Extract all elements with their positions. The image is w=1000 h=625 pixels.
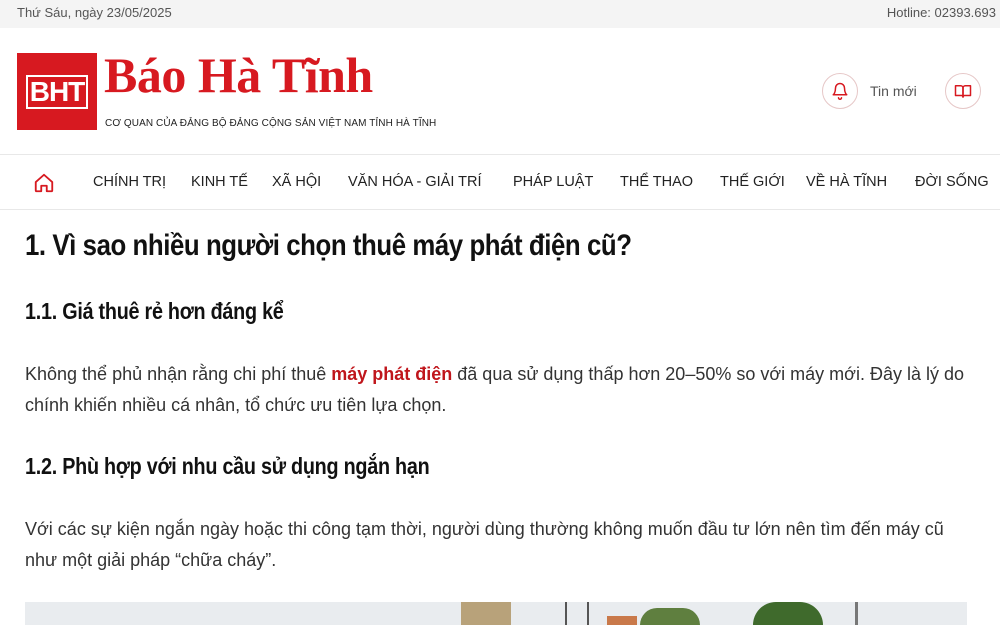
nav-item-kinh-te[interactable]: KINH TẾ: [191, 174, 248, 190]
current-date: Thứ Sáu, ngày 23/05/2025: [17, 5, 172, 20]
nav-item-the-thao[interactable]: THỂ THAO: [620, 174, 693, 190]
section-heading-1-2: 1.2. Phù hợp với nhu cầu sử dụng ngắn hạ…: [25, 453, 430, 479]
nav-item-van-hoa-giai-tri[interactable]: VĂN HÓA - GIẢI TRÍ: [348, 174, 481, 190]
hotline[interactable]: Hotline: 02393.693: [887, 5, 996, 20]
nav-item-xa-hoi[interactable]: XÃ HỘI: [272, 174, 321, 190]
image-detail: [461, 602, 511, 625]
nav-item-chinh-tri[interactable]: CHÍNH TRỊ: [93, 174, 166, 190]
image-detail: [855, 602, 858, 625]
top-bar: Thứ Sáu, ngày 23/05/2025 Hotline: 02393.…: [0, 0, 1000, 28]
nav-item-doi-song[interactable]: ĐỜI SỐNG: [915, 174, 989, 190]
section-heading-1-1: 1.1. Giá thuê rẻ hơn đáng kể: [25, 298, 284, 324]
section-paragraph-1-1: Không thể phủ nhận rằng chi phí thuê máy…: [25, 359, 975, 421]
latest-news-label: Tin mới: [870, 83, 917, 99]
image-detail: [607, 616, 637, 625]
bell-icon: [822, 73, 858, 109]
article-heading: 1. Vì sao nhiều người chọn thuê máy phát…: [25, 229, 632, 262]
section-paragraph-1-2: Với các sự kiện ngắn ngày hoặc thi công …: [25, 519, 944, 570]
nav-item-phap-luat[interactable]: PHÁP LUẬT: [513, 174, 593, 190]
site-header: BHT Báo Hà Tĩnh CƠ QUAN CỦA ĐẢNG BỘ ĐẢNG…: [0, 28, 1000, 154]
epaper-button[interactable]: [945, 73, 981, 109]
logo-subtitle: CƠ QUAN CỦA ĐẢNG BỘ ĐẢNG CỘNG SẢN VIỆT N…: [105, 118, 437, 129]
home-icon[interactable]: [33, 172, 55, 194]
logo-mark[interactable]: BHT: [17, 53, 97, 130]
book-icon: [945, 73, 981, 109]
paragraph-text: Không thể phủ nhận rằng chi phí thuê: [25, 364, 332, 384]
main-navigation: CHÍNH TRỊ KINH TẾ XÃ HỘI VĂN HÓA - GIẢI …: [0, 154, 1000, 210]
article-image: [25, 602, 967, 625]
logo-mark-text: BHT: [25, 74, 89, 109]
image-detail: [565, 602, 589, 625]
nav-item-ve-ha-tinh[interactable]: VỀ HÀ TĨNH: [806, 174, 887, 190]
generator-link[interactable]: máy phát điện: [331, 364, 452, 384]
image-detail: [640, 608, 700, 625]
latest-news-button[interactable]: Tin mới: [822, 73, 917, 109]
logo-title[interactable]: Báo Hà Tĩnh: [104, 45, 373, 105]
nav-item-the-gioi[interactable]: THẾ GIỚI: [720, 174, 785, 190]
image-detail: [753, 602, 823, 625]
